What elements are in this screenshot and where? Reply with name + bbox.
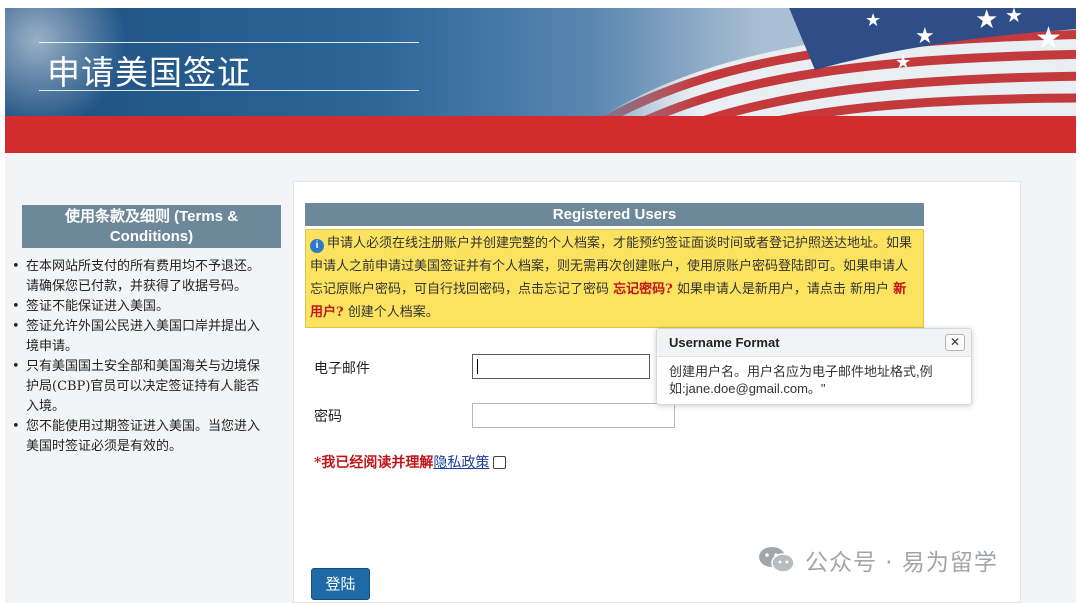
page-title: 申请美国签证 (47, 46, 251, 94)
watermark: 公众号 · 易为留学 (757, 543, 998, 577)
terms-item: 在本网站所支付的所有费用均不予退还。请确保您已付款，并获得了收据号码。 (10, 257, 272, 297)
svg-text:★: ★ (915, 24, 935, 49)
wechat-icon (757, 545, 797, 575)
terms-item: 签证不能保证进入美国。 (10, 297, 272, 317)
terms-item: 只有美国国土安全部和美国海关与边境保护局(CBP)官员可以决定签证持有人能否入境… (10, 357, 272, 417)
info-icon: i (310, 239, 324, 253)
text-cursor (477, 359, 478, 374)
us-flag-image: ★ ★ ★ ★ ★ ★ (565, 8, 1076, 116)
password-input[interactable] (472, 403, 675, 428)
tooltip-body: 创建用户名。用户名应为电子邮件地址格式,例如:jane.doe@gmail.co… (657, 357, 971, 403)
registered-users-heading: Registered Users (305, 203, 924, 226)
banner-line-bottom (39, 90, 419, 91)
svg-text:★: ★ (865, 10, 881, 31)
login-button[interactable]: 登陆 (311, 568, 370, 600)
notice-text: 创建个人档案。 (348, 305, 439, 320)
header-banner: ★ ★ ★ ★ ★ ★ 申请美国签证 (5, 8, 1076, 116)
privacy-checkbox[interactable] (493, 456, 506, 469)
notice-text: 如果申请人是新用户，请点击 新用户 (677, 282, 889, 297)
email-label: 电子邮件 (314, 358, 370, 378)
agree-label: *我已经阅读并理解 (314, 455, 433, 471)
username-format-tooltip: Username Format ✕ 创建用户名。用户名应为电子邮件地址格式,例如… (656, 328, 972, 405)
terms-heading: 使用条款及细则 (Terms & Conditions) (22, 205, 281, 248)
privacy-policy-link[interactable]: 隐私政策 (433, 455, 489, 471)
forgot-password-link[interactable]: 忘记密码? (613, 282, 673, 297)
email-input[interactable] (472, 354, 650, 379)
red-nav-bar (5, 116, 1076, 153)
terms-item: 签证允许外国公民进入美国口岸并提出入境申请。 (10, 317, 272, 357)
svg-text:★: ★ (895, 52, 911, 73)
notice-box: i申请人必须在线注册账户并创建完整的个人档案，才能预约签证面谈时间或者登记护照送… (305, 229, 924, 328)
tooltip-title: Username Format (657, 329, 971, 357)
password-label: 密码 (314, 406, 342, 426)
banner-line-top (39, 42, 419, 43)
watermark-text: 公众号 · 易为留学 (805, 543, 998, 577)
terms-list: 在本网站所支付的所有费用均不予退还。请确保您已付款，并获得了收据号码。 签证不能… (10, 257, 272, 457)
privacy-agreement: *我已经阅读并理解隐私政策 (314, 452, 506, 472)
close-icon[interactable]: ✕ (945, 334, 965, 351)
svg-text:★: ★ (975, 8, 998, 35)
svg-text:★: ★ (1005, 8, 1023, 27)
terms-item: 您不能使用过期签证进入美国。当您进入美国时签证必须是有效的。 (10, 417, 272, 457)
svg-text:★: ★ (1035, 21, 1062, 56)
